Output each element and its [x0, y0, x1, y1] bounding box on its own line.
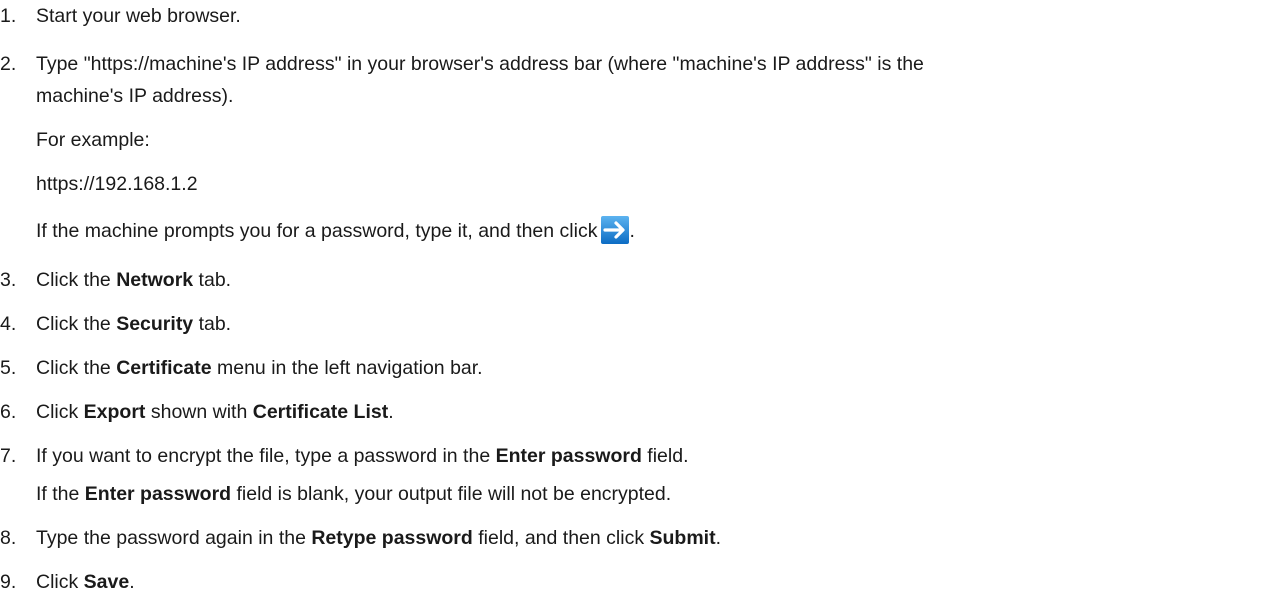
- step-7-note: If the Enter password field is blank, yo…: [36, 482, 671, 506]
- text-segment: menu in the left navigation bar.: [211, 357, 483, 379]
- step-text: If you want to encrypt the file, type a …: [36, 444, 689, 468]
- step-number: 7.: [0, 445, 17, 467]
- text-segment: field.: [641, 445, 689, 467]
- ui-term: Enter password: [495, 445, 642, 467]
- text-segment: .: [715, 527, 722, 549]
- step-number: 1.: [0, 5, 17, 27]
- text-segment: Click the: [36, 313, 117, 335]
- text-segment: Type the password again in the: [36, 527, 312, 549]
- step-text: Click Save.: [36, 570, 135, 594]
- password-note-end: .: [629, 220, 635, 242]
- ui-term: Retype password: [311, 527, 473, 549]
- step-text: Type "https://machine's IP address" in y…: [36, 53, 924, 75]
- step-number: 5.: [0, 357, 17, 379]
- step-number: 6.: [0, 401, 17, 423]
- ui-term: Submit: [649, 527, 716, 549]
- step-number: 9.: [0, 571, 17, 593]
- password-note-text: If the machine prompts you for a passwor…: [36, 220, 598, 242]
- step-number: 3.: [0, 269, 17, 291]
- right-arrow-icon: [601, 216, 630, 244]
- step-number: 2.: [0, 53, 17, 75]
- ui-term: Certificate List: [252, 401, 389, 423]
- text-segment: If the: [36, 483, 85, 505]
- ui-term: Export: [83, 401, 146, 423]
- ui-term: Network: [116, 269, 194, 291]
- text-segment: field is blank, your output file will no…: [231, 483, 672, 505]
- ui-term: Certificate: [116, 357, 212, 379]
- step-2-continuation: machine's IP address).: [36, 85, 234, 107]
- text-segment: Click the: [36, 357, 117, 379]
- example-label: For example:: [36, 129, 150, 151]
- text-segment: .: [129, 571, 135, 593]
- text-segment: tab.: [193, 313, 232, 335]
- step-text: Click the Security tab.: [36, 312, 231, 336]
- example-url: https://192.168.1.2: [36, 173, 198, 195]
- text-segment: shown with: [145, 401, 253, 423]
- ui-term: Enter password: [84, 483, 232, 505]
- step-number: 8.: [0, 527, 17, 549]
- text-segment: Click the: [36, 269, 117, 291]
- step-text: Start your web browser.: [36, 5, 241, 27]
- step-number: 4.: [0, 313, 17, 335]
- password-note: If the machine prompts you for a passwor…: [36, 216, 635, 244]
- text-segment: tab.: [193, 269, 232, 291]
- step-text: Type the password again in the Retype pa…: [36, 526, 721, 550]
- text-segment: Click: [36, 401, 84, 423]
- text-segment: Click: [36, 571, 84, 593]
- text-segment: If you want to encrypt the file, type a …: [36, 445, 496, 467]
- ui-term: Security: [116, 313, 194, 335]
- step-text: Click the Certificate menu in the left n…: [36, 356, 483, 380]
- text-segment: field, and then click: [472, 527, 650, 549]
- text-segment: .: [388, 401, 394, 423]
- ui-term: Save: [83, 571, 130, 593]
- step-text: Click the Network tab.: [36, 268, 231, 292]
- step-text: Click Export shown with Certificate List…: [36, 400, 394, 424]
